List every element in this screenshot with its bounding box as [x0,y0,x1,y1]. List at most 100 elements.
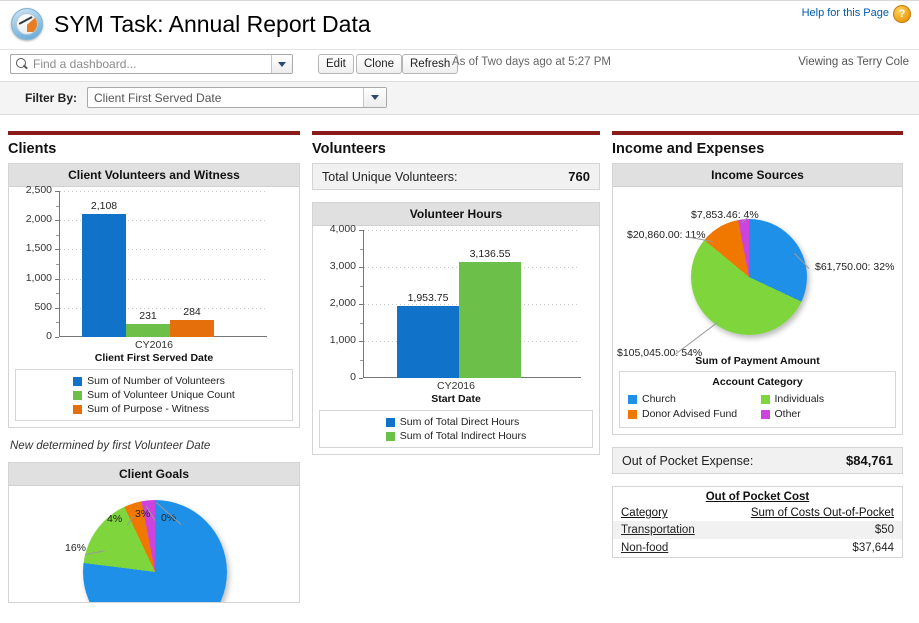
legend-label: Donor Advised Fund [642,408,738,420]
pie-slice-label: $61,750.00: 32% [815,261,895,273]
legend-swatch [73,390,83,400]
pie-slice-label: $105,045.00: 54% [617,347,703,359]
metric-value: $84,761 [846,453,893,468]
legend-item[interactable]: Sum of Volunteer Unique Count [73,388,235,402]
gridline [60,191,266,192]
legend-swatch [760,394,770,404]
page-header: SYM Task: Annual Report Data Help for th… [0,0,919,49]
legend-label: Individuals [774,393,825,405]
pie-slice-label: 4% [107,513,123,525]
y-axis-minor-tick [360,285,363,287]
y-axis [59,191,60,337]
legend-swatch [385,417,395,427]
refresh-button[interactable]: Refresh [402,54,459,74]
search-input[interactable] [29,57,271,71]
dashboard-gauge-icon [10,7,44,41]
y-axis-tick [359,304,363,305]
metric-label: Out of Pocket Expense: [622,453,754,468]
bar-value-label: 284 [183,306,201,319]
dashboard-page: SYM Task: Annual Report Data Help for th… [0,0,919,623]
title-group: SYM Task: Annual Report Data [10,7,371,41]
help-icon[interactable]: ? [893,5,911,23]
component-volunteer-hours: Volunteer Hours 0 1,000 2,000 3,000 4,000 1,9… [312,202,600,455]
pie-slice-label: $20,860.00: 11% [627,229,706,241]
category-link[interactable]: Non-food [621,542,668,554]
x-axis-title: Start Date [431,393,481,405]
column-title: Clients [8,141,57,157]
y-tick-label: 3,000 [329,260,356,272]
legend-item[interactable]: Sum of Number of Volunteers [73,374,235,388]
pie[interactable] [691,219,807,335]
legend-item[interactable]: Individuals [760,392,888,406]
table-row: Non-food $37,644 [613,539,902,557]
chart-footnote: New determined by first Volunteer Date [10,440,211,452]
y-tick-label: 4,000 [329,223,356,235]
y-tick-label: 2,000 [25,213,52,226]
y-axis-minor-tick [56,293,59,295]
gridline [364,230,580,231]
legend-label: Sum of Total Direct Hours [399,416,520,428]
legend-label: Sum of Purpose - Witness [87,403,210,415]
category-link[interactable]: Transportation [621,524,695,536]
y-tick-label: 500 [34,300,52,313]
chart-client-goals: 16% 4% 3% 0% [15,490,293,602]
component-client-volunteers-and-witness: Client Volunteers and Witness 0 500 1,000 1… [8,163,300,428]
y-axis-tick [55,191,59,192]
metric-value: 760 [568,169,590,184]
legend-label: Church [642,393,676,405]
legend-swatch [628,409,637,419]
help-for-this-page-link[interactable]: Help for this Page [802,7,889,19]
edit-button[interactable]: Edit [318,54,354,74]
bar[interactable] [170,320,214,337]
legend-item[interactable]: Church [628,392,755,406]
component-title: Income Sources [613,164,902,187]
y-tick-label: 1,500 [25,242,52,255]
chevron-down-icon[interactable] [363,88,386,107]
legend-label: Sum of Volunteer Unique Count [87,389,235,401]
viewing-as-label: Viewing as Terry Cole [798,56,909,68]
bar[interactable] [459,261,521,378]
y-axis-tick [55,278,59,280]
component-title: Client Volunteers and Witness [9,164,299,187]
column-header-clients: Clients [8,131,300,163]
legend-item[interactable]: Sum of Total Direct Hours [385,415,526,429]
y-axis-tick [55,337,59,338]
bar[interactable] [126,323,170,337]
y-axis-tick [55,307,59,309]
column-header-amount[interactable]: Sum of Costs Out-of-Pocket [717,505,902,521]
table-out-of-pocket-cost: Out of Pocket Cost Category Sum of Costs… [612,486,903,558]
legend-swatch [73,376,83,386]
y-axis-tick [359,378,363,379]
legend-item[interactable]: Other [760,407,888,421]
column-header-income: Income and Expenses [612,131,903,163]
chart-client-volunteers-and-witness: 0 500 1,000 1,500 2,000 2,500 2,108 231 284 CY20… [15,184,293,421]
clone-button[interactable]: Clone [356,54,403,74]
y-tick-label: 0 [350,371,356,383]
column-income-and-expenses: Income and Expenses Income Sources $61,7… [612,131,903,615]
y-tick-label: 2,000 [329,297,356,309]
bar[interactable] [397,305,459,378]
y-axis-minor-tick [360,322,363,324]
find-dashboard-combobox[interactable] [10,54,293,74]
column-header-category[interactable]: Category [613,505,717,521]
component-title: Client Goals [9,463,299,486]
legend-swatch [385,431,395,441]
filter-by-select[interactable]: Client First Served Date [87,87,387,108]
filter-by-label: Filter By: [25,91,78,105]
as-of-timestamp: As of Two days ago at 5:27 PM [452,56,611,68]
chevron-down-icon[interactable] [271,55,292,73]
chart-income-sources: $61,750.00: 32% $105,045.00: 54% $20,860.0… [617,191,896,359]
x-tick-label: CY2016 [437,380,475,392]
legend-item[interactable]: Sum of Purpose - Witness [73,402,235,416]
y-axis-minor-tick [56,234,59,236]
metric-total-unique-volunteers: Total Unique Volunteers: 760 [312,163,600,190]
y-axis-minor-tick [360,359,363,361]
legend-item[interactable]: Donor Advised Fund [628,407,755,421]
x-tick-label: CY2016 [135,339,173,351]
legend-item[interactable]: Sum of Total Indirect Hours [385,429,526,443]
y-axis-minor-tick [56,322,59,324]
column-title: Volunteers [312,141,386,157]
component-client-goals: Client Goals 16% 4% 3% 0% [8,462,300,603]
y-axis-minor-tick [56,264,59,265]
y-axis-tick [359,341,363,342]
